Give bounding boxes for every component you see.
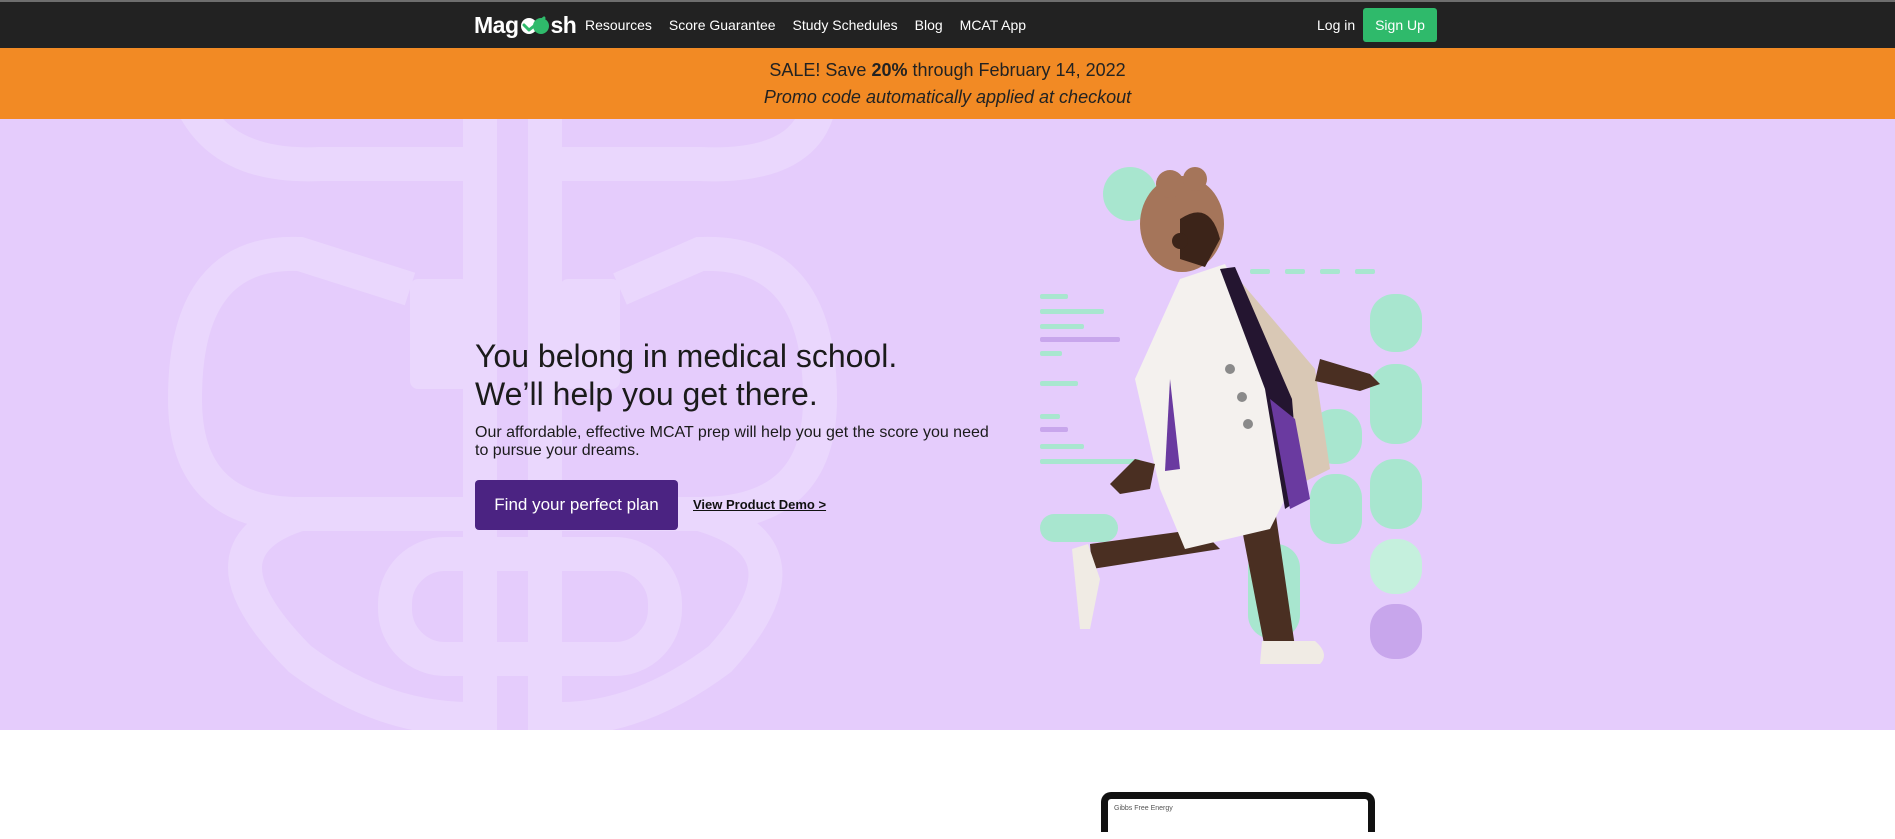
sale-percent: 20% bbox=[871, 60, 908, 80]
hero-subtext: Our affordable, effective MCAT prep will… bbox=[475, 424, 989, 459]
promo-banner: SALE! Save 20% through February 14, 2022… bbox=[0, 48, 1895, 119]
nav-link-mcat-app[interactable]: MCAT App bbox=[960, 17, 1026, 33]
login-link[interactable]: Log in bbox=[1317, 17, 1355, 33]
promo-note: Promo code automatically applied at chec… bbox=[763, 87, 1132, 107]
preview-caption: Gibbs Free Energy bbox=[1114, 805, 1173, 812]
magoosh-checkmark-icon bbox=[520, 16, 549, 34]
top-navigation: Mag sh Resources Score Guarantee Study S… bbox=[0, 2, 1895, 48]
nav-link-study-schedules[interactable]: Study Schedules bbox=[793, 17, 898, 33]
signup-button[interactable]: Sign Up bbox=[1363, 8, 1437, 42]
sale-suffix: through February 14, 2022 bbox=[907, 60, 1126, 80]
nav-link-score-guarantee[interactable]: Score Guarantee bbox=[669, 17, 776, 33]
sale-text: SALE! Save 20% through February 14, 2022 bbox=[0, 60, 1895, 81]
nav-links: Resources Score Guarantee Study Schedule… bbox=[585, 17, 1043, 33]
view-product-demo-link[interactable]: View Product Demo > bbox=[693, 497, 826, 512]
headline-line-2: We’ll help you get there. bbox=[475, 376, 818, 412]
logo-text-start: Mag bbox=[474, 11, 519, 38]
nav-link-resources[interactable]: Resources bbox=[585, 17, 652, 33]
headline-line-1: You belong in medical school. bbox=[475, 338, 898, 374]
hero-section: You belong in medical school. We’ll help… bbox=[0, 119, 1895, 730]
doctor-illustration bbox=[1040, 167, 1422, 664]
sale-prefix: SALE! Save bbox=[769, 60, 872, 80]
hero-headline: You belong in medical school. We’ll help… bbox=[475, 337, 897, 413]
nav-link-blog[interactable]: Blog bbox=[915, 17, 943, 33]
logo-text-end: sh bbox=[550, 11, 577, 38]
preview-screen: Gibbs Free Energy bbox=[1108, 799, 1368, 839]
find-plan-button[interactable]: Find your perfect plan bbox=[475, 480, 678, 530]
product-preview-device: Gibbs Free Energy bbox=[1101, 792, 1375, 839]
magoosh-logo[interactable]: Mag sh bbox=[474, 11, 577, 39]
